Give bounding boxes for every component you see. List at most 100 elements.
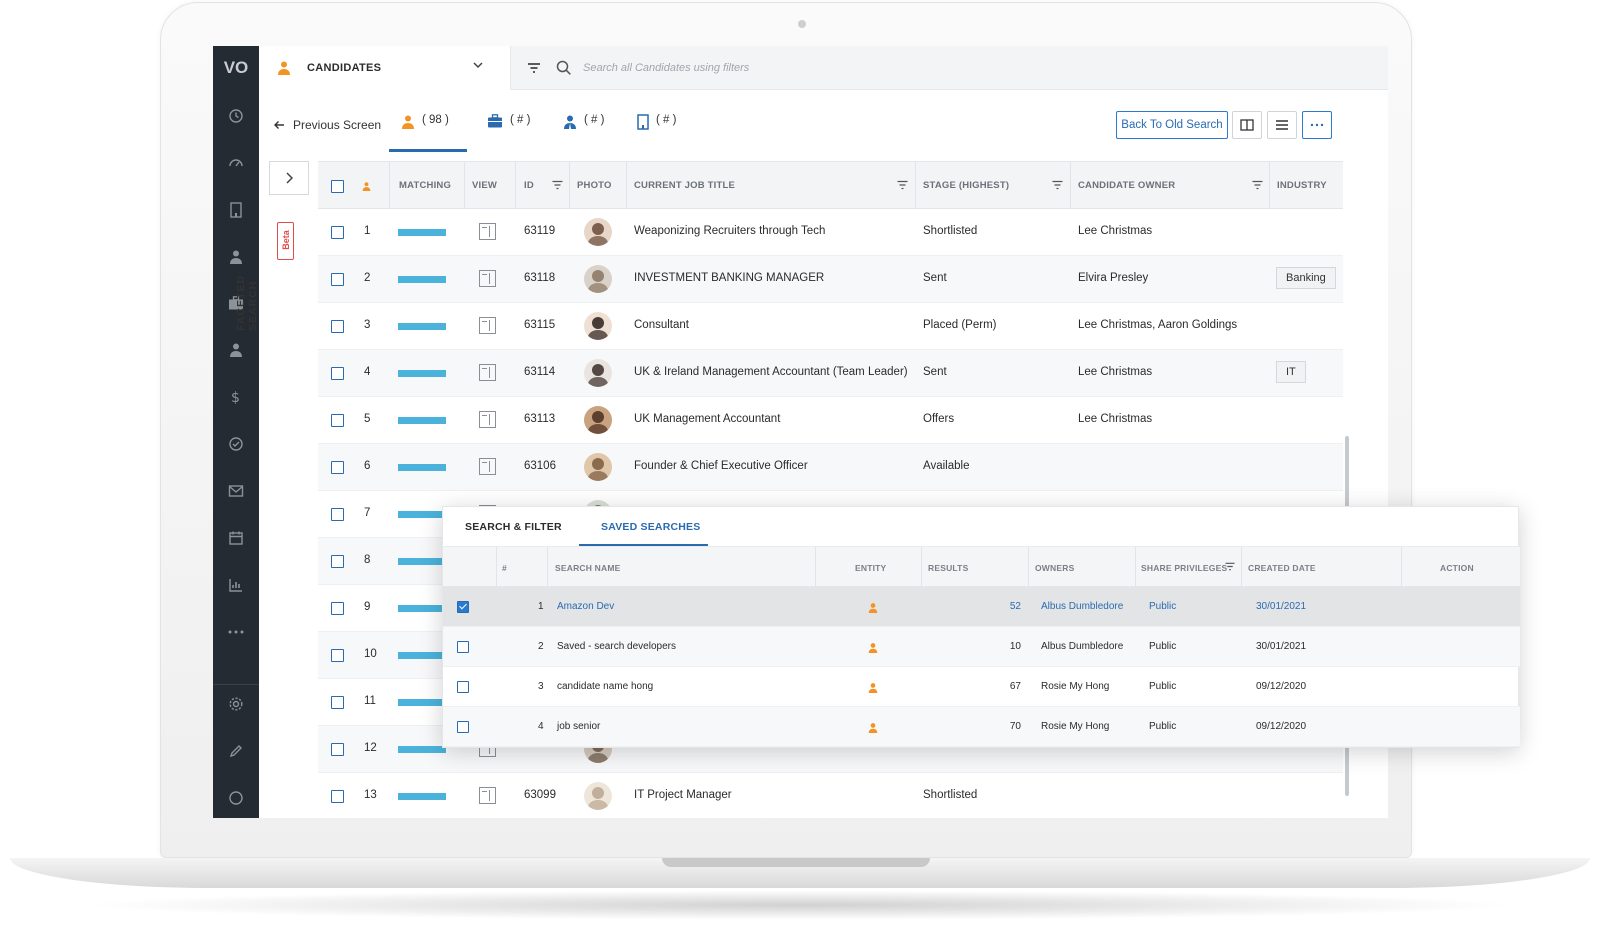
tab-contacts[interactable]: ( # ) [551,114,616,152]
view-record-icon[interactable] [479,458,496,475]
companies-icon[interactable] [224,198,248,222]
more-options-button[interactable] [1302,111,1332,139]
row-checkbox[interactable] [331,743,344,756]
dashboard-icon[interactable] [224,151,248,175]
row-checkbox[interactable] [331,602,344,615]
saved-search-row[interactable]: 1 Amazon Dev 52 Albus Dumbledore Public 30/01… [443,587,1520,627]
saved-search-row[interactable]: 2 Saved - search developers 10 Albus Dumble… [443,627,1520,667]
saved-search-row[interactable]: 4 job senior 70 Rosie My Hong Public 09/12/20… [443,707,1520,747]
saved-search-row[interactable]: 3 candidate name hong 67 Rosie My Hong Publi… [443,667,1520,707]
filter-icon[interactable] [525,59,543,77]
filter-icon[interactable] [1225,562,1235,571]
tab-search-filter[interactable]: SEARCH & FILTER [465,521,562,533]
view-record-icon[interactable] [479,223,496,240]
table-row[interactable]: 1 63119 Weaponizing Recruiters through Tec… [318,209,1343,256]
row-checkbox[interactable] [331,649,344,662]
col-share-privileges[interactable]: SHARE PRIVILEGES [1141,563,1227,573]
col-id[interactable]: ID [524,180,534,191]
search-name[interactable]: candidate name hong [557,681,653,692]
col-industry[interactable]: INDUSTRY [1277,180,1327,191]
col-owners[interactable]: OWNERS [1035,563,1074,573]
row-number: 12 [364,742,377,754]
row-checkbox[interactable] [331,555,344,568]
row-checkbox[interactable] [457,681,469,693]
industry-tag[interactable]: Banking [1276,267,1336,289]
settings-icon[interactable] [224,692,248,716]
table-row[interactable]: 13 63099 IT Project Manager Shortlisted [318,773,1343,818]
row-checkbox[interactable] [457,641,469,653]
filter-icon[interactable] [552,180,563,190]
view-record-icon[interactable] [479,411,496,428]
row-checkbox[interactable] [331,790,344,803]
search-input[interactable] [583,58,1183,78]
candidate-entity-icon [868,641,878,653]
col-view[interactable]: VIEW [472,180,497,191]
back-to-old-search-button[interactable]: Back To Old Search [1116,111,1228,139]
industry-tag[interactable]: IT [1276,361,1306,383]
filter-icon[interactable] [897,180,908,190]
help-icon[interactable] [224,786,248,810]
previous-screen-link[interactable]: Previous Screen [273,118,381,132]
table-row[interactable]: 6 63106 Founder & Chief Executive Officer A… [318,444,1343,491]
owners: Albus Dumbledore [1041,641,1124,652]
col-stage[interactable]: STAGE (HIGHEST) [923,180,1009,191]
faceted-search-label[interactable]: FACETED SEARCH [235,221,259,331]
col-photo[interactable]: PHOTO [577,180,612,191]
col-matching[interactable]: MATCHING [399,180,451,191]
col-results[interactable]: RESULTS [928,563,968,573]
tab-jobs[interactable]: ( # ) [475,114,542,152]
row-checkbox[interactable] [457,601,469,613]
table-row[interactable]: 5 63113 UK Management Accountant Offers Lee … [318,397,1343,444]
table-row[interactable]: 3 63115 Consultant Placed (Perm) Lee Christm… [318,303,1343,350]
col-action: ACTION [1440,563,1474,573]
entity-selector[interactable]: CANDIDATES [259,46,511,90]
row-checkbox[interactable] [331,367,344,380]
search-name[interactable]: Amazon Dev [557,601,614,612]
col-search-name[interactable]: SEARCH NAME [555,563,620,573]
list-view-button[interactable] [1267,111,1297,139]
table-row[interactable]: 2 63118 INVESTMENT BANKING MANAGER Sent Elvi… [318,256,1343,303]
mail-icon[interactable] [224,479,248,503]
tab-candidates[interactable]: ( 98 ) [389,114,467,152]
dollar-icon[interactable]: $ [224,385,248,409]
tab-companies[interactable]: ( # ) [625,114,688,152]
select-all-checkbox[interactable] [331,180,344,193]
row-checkbox[interactable] [331,508,344,521]
row-checkbox[interactable] [331,696,344,709]
row-checkbox[interactable] [331,414,344,427]
row-checkbox[interactable] [331,226,344,239]
pen-icon[interactable] [224,739,248,763]
view-record-icon[interactable] [479,787,496,804]
col-entity[interactable]: ENTITY [855,563,886,573]
row-checkbox[interactable] [331,273,344,286]
col-job-title[interactable]: CURRENT JOB TITLE [634,180,735,191]
contact-icon [564,115,576,129]
search-name[interactable]: job senior [557,721,600,732]
more-icon[interactable] [224,620,248,644]
calendar-icon[interactable] [224,526,248,550]
row-checkbox[interactable] [457,721,469,733]
tab-saved-searches[interactable]: SAVED SEARCHES [601,521,700,533]
search-name[interactable]: Saved - search developers [557,641,676,652]
facet-expand-button[interactable] [269,161,309,195]
candidates-icon[interactable] [224,338,248,362]
col-owner[interactable]: CANDIDATE OWNER [1078,180,1175,191]
filter-icon[interactable] [1052,180,1063,190]
created-date: 30/01/2021 [1256,601,1307,612]
check-circle-icon[interactable] [224,432,248,456]
row-number: 3 [538,681,544,692]
row-checkbox[interactable] [331,461,344,474]
split-view-button[interactable] [1232,111,1262,139]
table-row[interactable]: 4 63114 UK & Ireland Management Accountant… [318,350,1343,397]
filter-icon[interactable] [1252,180,1263,190]
results-count: 70 [1009,721,1021,732]
col-created-date[interactable]: CREATED DATE [1248,563,1316,573]
reports-icon[interactable] [224,573,248,597]
history-icon[interactable] [224,104,248,128]
view-record-icon[interactable] [479,317,496,334]
view-record-icon[interactable] [479,270,496,287]
row-checkbox[interactable] [331,320,344,333]
results-count: 10 [1009,641,1021,652]
active-tab-indicator [579,544,708,546]
view-record-icon[interactable] [479,364,496,381]
